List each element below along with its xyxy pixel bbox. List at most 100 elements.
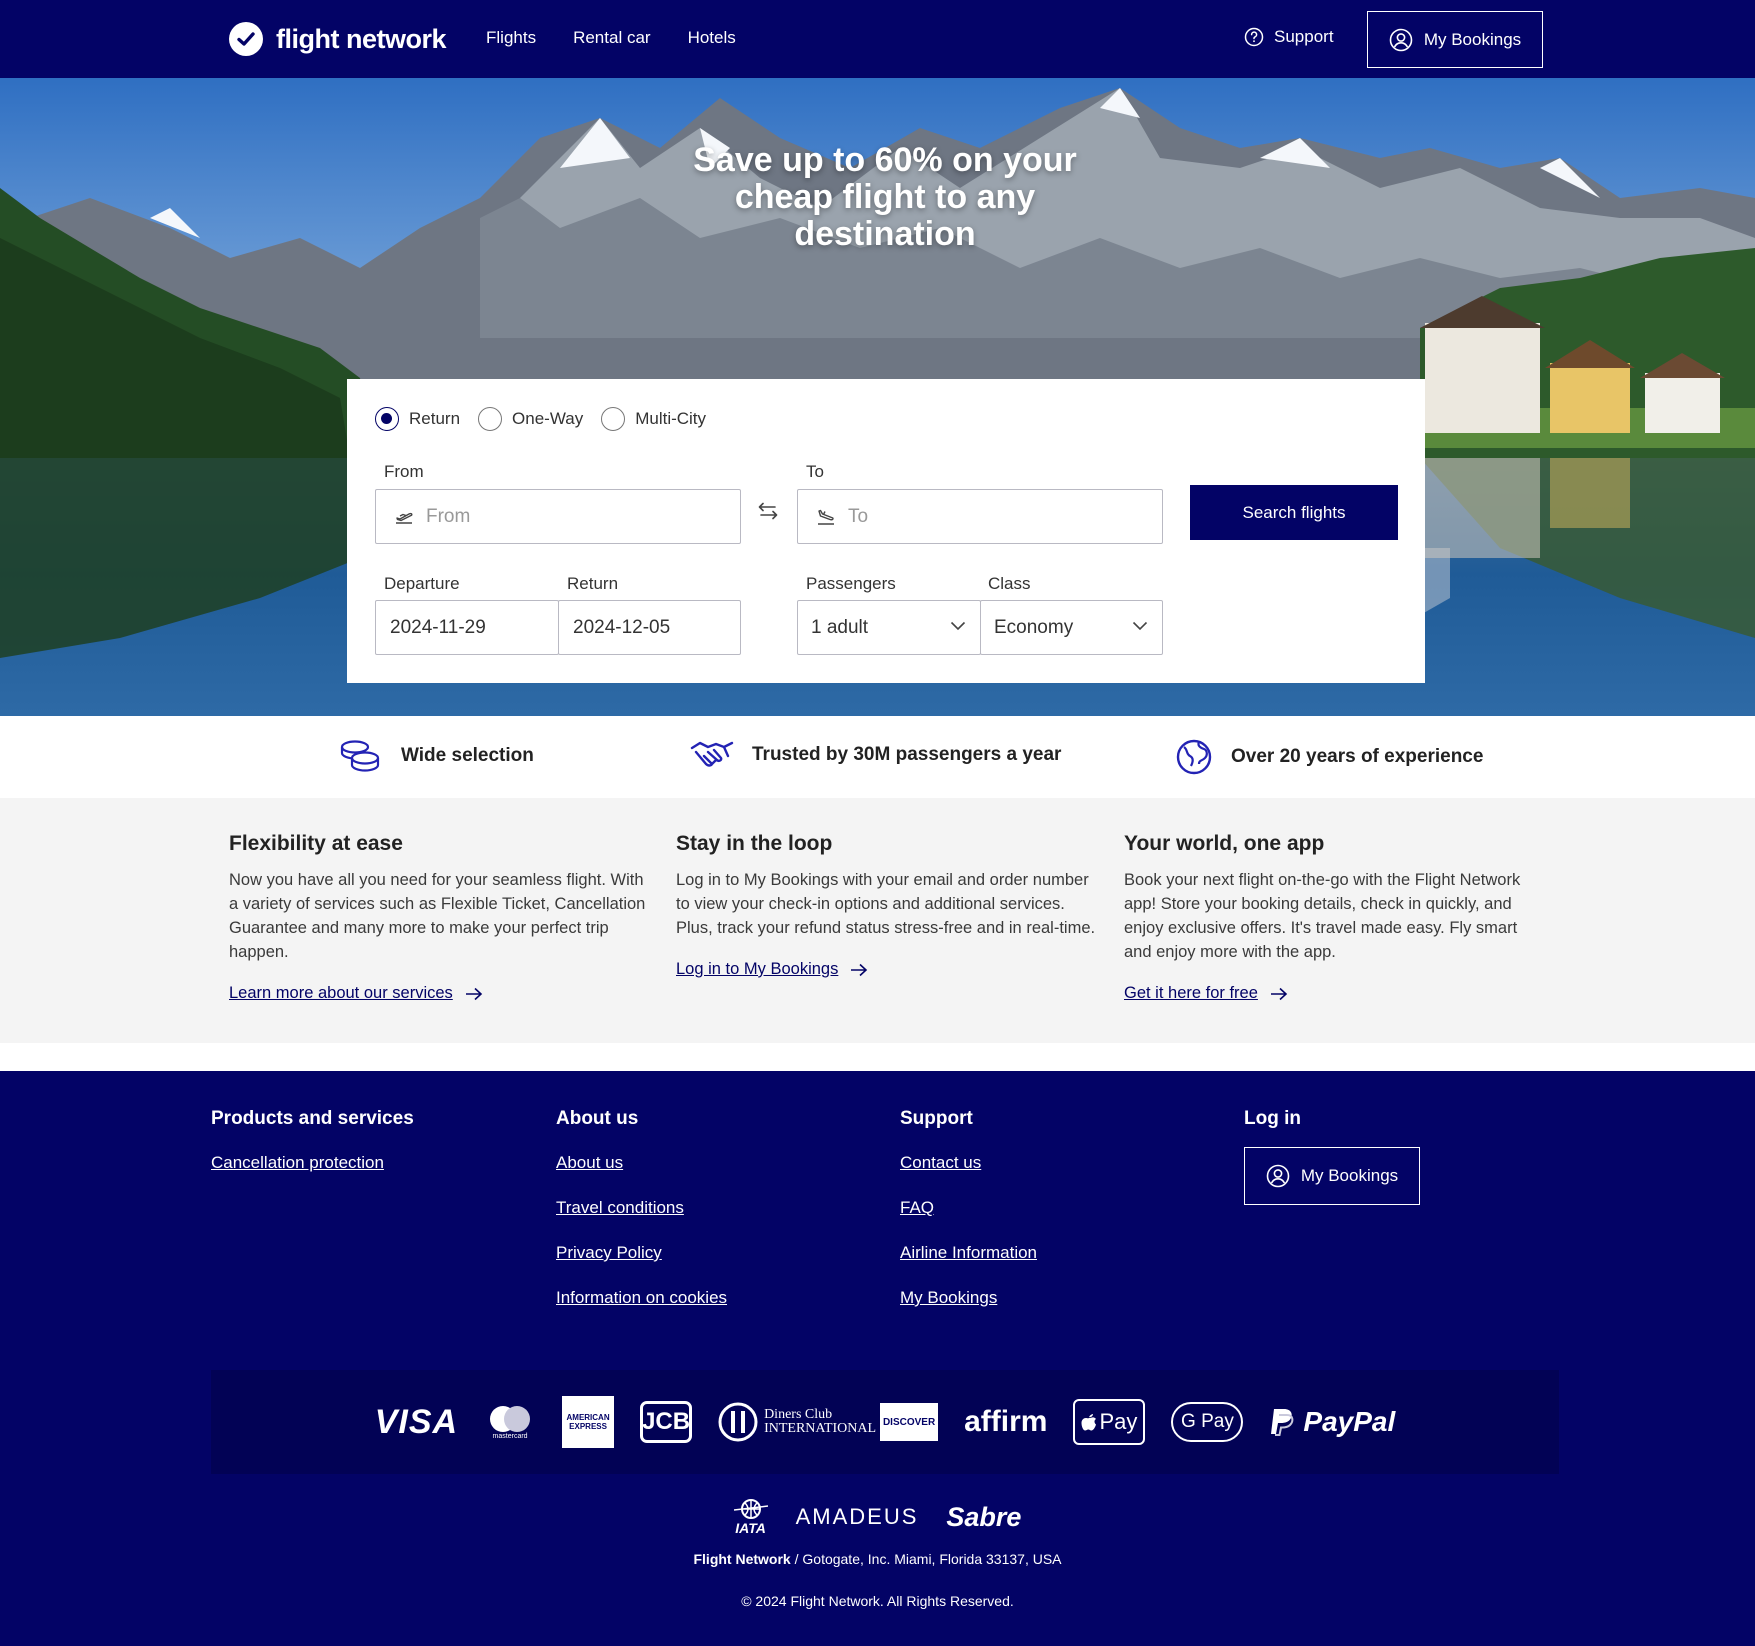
- departure-date-field[interactable]: 2024-11-29: [375, 600, 559, 655]
- discover-logo: DISCOVER: [880, 1403, 939, 1441]
- passengers-select[interactable]: 1 adult: [797, 600, 981, 655]
- trip-type-selector: Return One-Way Multi-City: [375, 407, 706, 431]
- footer-link-my-bookings[interactable]: My Bookings: [900, 1288, 1037, 1308]
- radio-unchecked-icon: [601, 407, 626, 431]
- arrow-right-icon: [851, 963, 868, 976]
- header-my-bookings-label: My Bookings: [1423, 29, 1522, 49]
- main-nav: Flights Rental car Hotels: [486, 28, 736, 48]
- sabre-logo: Sabre: [946, 1501, 1022, 1532]
- handshake-icon: [690, 741, 734, 767]
- from-placeholder: From: [426, 505, 471, 527]
- footer-heading: Support: [900, 1108, 973, 1129]
- google-pay-logo: G Pay: [1171, 1402, 1244, 1442]
- passengers-value: 1 adult: [811, 616, 869, 638]
- info-title: Flexibility at ease: [229, 832, 403, 855]
- header-my-bookings-button[interactable]: My Bookings: [1367, 11, 1543, 68]
- site-footer: Products and services Cancellation prote…: [0, 1071, 1755, 1646]
- footer-link-privacy-policy[interactable]: Privacy Policy: [556, 1243, 727, 1263]
- amadeus-logo: amadeus: [795, 1504, 919, 1529]
- jcb-logo: JCB: [640, 1401, 693, 1443]
- info-col-flexibility: Flexibility at ease Now you have all you…: [229, 832, 649, 1003]
- to-field[interactable]: To: [797, 489, 1163, 544]
- feature-experience: Over 20 years of experience: [1175, 738, 1483, 776]
- get-app-link[interactable]: Get it here for free: [1124, 984, 1544, 1003]
- checkmark-logo-icon: [229, 22, 263, 56]
- feature-label: Trusted by 30M passengers a year: [752, 744, 1062, 765]
- nav-flights[interactable]: Flights: [486, 28, 536, 48]
- footer-link-cancellation-protection[interactable]: Cancellation protection: [211, 1153, 414, 1173]
- search-flights-button[interactable]: Search flights: [1190, 485, 1398, 540]
- arrow-right-icon: [1270, 987, 1288, 1000]
- flight-search-form: Return One-Way Multi-City From From To T…: [347, 379, 1425, 683]
- swap-airports-icon[interactable]: [757, 500, 779, 527]
- info-link-label: Get it here for free: [1124, 984, 1258, 1002]
- payment-methods: VISA mastercard AMERICAN EXPRESS JCB Din…: [211, 1370, 1559, 1474]
- info-body: Now you have all you need for your seaml…: [229, 871, 646, 961]
- info-title: Your world, one app: [1124, 832, 1325, 855]
- learn-more-services-link[interactable]: Learn more about our services: [229, 984, 649, 1003]
- nav-rental-car[interactable]: Rental car: [573, 28, 650, 48]
- brand-name: flight network: [276, 23, 447, 54]
- visa-logo: VISA: [374, 1402, 459, 1441]
- hero-banner: Save up to 60% on your cheap flight to a…: [0, 78, 1755, 716]
- footer-my-bookings-label: My Bookings: [1300, 1166, 1399, 1185]
- return-date-field[interactable]: 2024-12-05: [558, 600, 741, 655]
- return-date-value: 2024-12-05: [573, 616, 671, 638]
- coins-icon: [340, 740, 380, 772]
- radio-unchecked-icon: [478, 407, 503, 431]
- to-placeholder: To: [848, 505, 869, 527]
- partner-logos: IATA amadeus Sabre: [0, 1498, 1755, 1536]
- class-value: Economy: [994, 616, 1074, 638]
- trip-type-return[interactable]: Return: [375, 407, 460, 431]
- footer-products: Products and services Cancellation prote…: [211, 1108, 414, 1198]
- info-title: Stay in the loop: [676, 832, 833, 855]
- chevron-down-icon: [950, 621, 966, 631]
- info-col-loop: Stay in the loop Log in to My Bookings w…: [676, 832, 1096, 979]
- passengers-label: Passengers: [806, 574, 896, 593]
- footer-about: About us About us Travel conditions Priv…: [556, 1108, 727, 1333]
- trip-type-label: Multi-City: [635, 409, 707, 428]
- arrow-right-icon: [465, 987, 482, 1000]
- from-field[interactable]: From: [375, 489, 741, 544]
- help-circle-icon: [1244, 27, 1264, 47]
- trip-type-label: Return: [409, 409, 461, 428]
- from-label: From: [384, 462, 424, 481]
- feature-label: Over 20 years of experience: [1231, 746, 1484, 767]
- info-col-app: Your world, one app Book your next fligh…: [1124, 832, 1544, 1003]
- radio-checked-icon: [375, 407, 399, 431]
- address-brand: Flight Network: [693, 1551, 791, 1567]
- info-link-label: Learn more about our services: [229, 984, 453, 1002]
- info-body: Log in to My Bookings with your email an…: [676, 871, 1096, 937]
- footer-link-travel-conditions[interactable]: Travel conditions: [556, 1198, 727, 1218]
- footer-my-bookings-button[interactable]: My Bookings: [1244, 1147, 1420, 1205]
- support-link[interactable]: Support: [1244, 27, 1334, 47]
- trip-type-label: One-Way: [512, 409, 584, 428]
- class-label: Class: [988, 574, 1031, 593]
- footer-link-contact-us[interactable]: Contact us: [900, 1153, 1037, 1173]
- login-my-bookings-link[interactable]: Log in to My Bookings: [676, 960, 1096, 979]
- trip-type-multi-city[interactable]: Multi-City: [601, 407, 706, 431]
- class-select[interactable]: Economy: [980, 600, 1163, 655]
- brand-logo[interactable]: flight network: [229, 22, 447, 56]
- mastercard-logo: mastercard: [484, 1405, 536, 1440]
- amex-logo: AMERICAN EXPRESS: [562, 1396, 615, 1448]
- nav-hotels[interactable]: Hotels: [688, 28, 736, 48]
- chevron-down-icon: [1132, 621, 1148, 631]
- footer-link-airline-information[interactable]: Airline Information: [900, 1243, 1037, 1263]
- hero-headline: Save up to 60% on your cheap flight to a…: [693, 141, 1077, 253]
- trip-type-one-way[interactable]: One-Way: [478, 407, 583, 431]
- footer-link-faq[interactable]: FAQ: [900, 1198, 1037, 1218]
- apple-pay-logo: Pay: [1073, 1399, 1146, 1445]
- info-link-label: Log in to My Bookings: [676, 960, 839, 978]
- footer-support: Support Contact us FAQ Airline Informati…: [900, 1108, 1037, 1333]
- company-address: Flight Network / Gotogate, Inc. Miami, F…: [0, 1551, 1755, 1567]
- top-header: flight network Flights Rental car Hotels…: [0, 0, 1755, 78]
- info-section: Flexibility at ease Now you have all you…: [0, 798, 1755, 1043]
- user-circle-icon: [1389, 28, 1413, 51]
- footer-link-about-us[interactable]: About us: [556, 1153, 727, 1173]
- info-body: Book your next flight on-the-go with the…: [1124, 871, 1521, 961]
- footer-link-cookies[interactable]: Information on cookies: [556, 1288, 727, 1308]
- features-strip: Wide selection Trusted by 30M passengers…: [0, 716, 1755, 798]
- takeoff-icon: [394, 508, 414, 526]
- user-circle-icon: [1266, 1164, 1290, 1188]
